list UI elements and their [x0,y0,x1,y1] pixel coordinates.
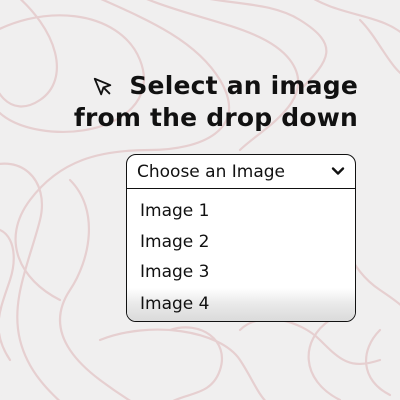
promo-card: Select an image from the drop down Choos… [0,0,400,400]
dropdown-options-list: Image 1 Image 2 Image 3 Image 4 [127,196,355,321]
image-dropdown[interactable]: Choose an Image Image 1 Image 2 Image 3 … [126,154,356,322]
dropdown-option-image-2[interactable]: Image 2 [127,227,355,258]
headline-line-2: from the drop down [73,103,358,132]
chevron-down-icon[interactable] [330,163,346,179]
dropdown-placeholder: Choose an Image [137,161,286,182]
dropdown-option-image-4[interactable]: Image 4 [127,287,355,321]
dropdown-toggle[interactable]: Choose an Image [127,155,355,189]
headline-line-1: Select an image [129,71,358,100]
headline: Select an image from the drop down [38,70,358,134]
dropdown-option-image-1[interactable]: Image 1 [127,196,355,227]
dropdown-option-image-3[interactable]: Image 3 [127,257,355,288]
